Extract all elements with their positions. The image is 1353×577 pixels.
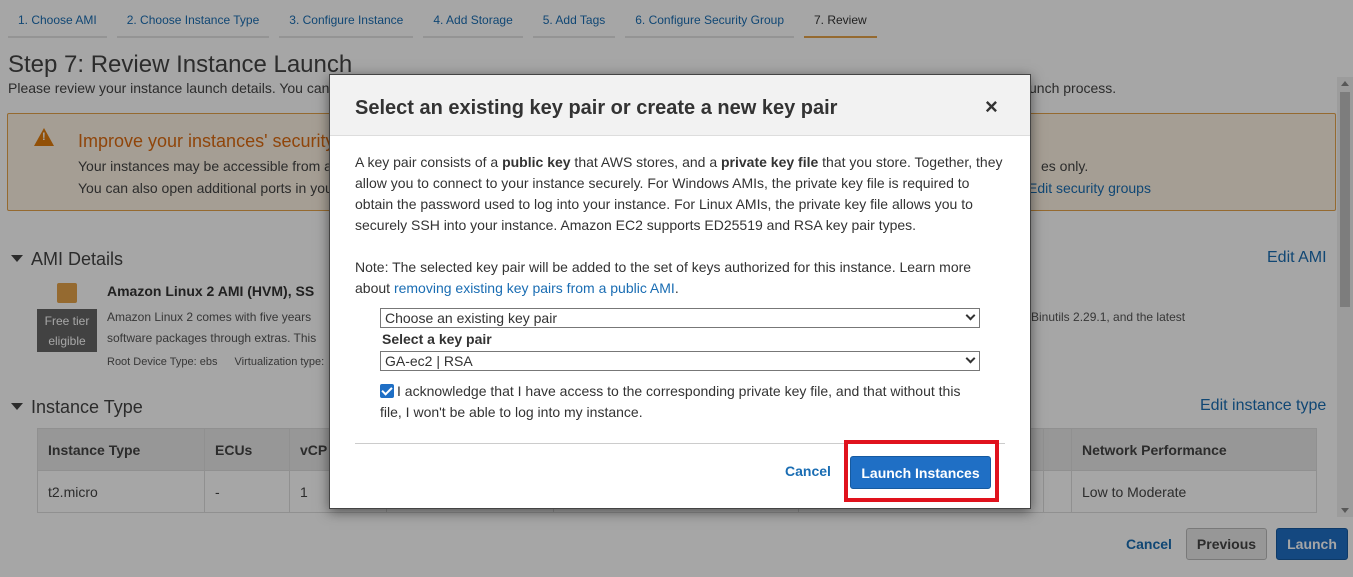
key-pair-value: GA-ec2 | RSA bbox=[385, 353, 473, 369]
acknowledge-text: I acknowledge that I have access to the … bbox=[380, 383, 961, 420]
note-end: . bbox=[674, 280, 679, 296]
desc-text: A key pair consists of a bbox=[355, 154, 503, 170]
acknowledge-row: I acknowledge that I have access to the … bbox=[380, 381, 980, 423]
desc-bold: private key file bbox=[721, 154, 819, 170]
acknowledge-checkbox[interactable] bbox=[380, 384, 394, 398]
key-pair-select-label: Select a key pair bbox=[382, 331, 492, 347]
launch-instances-button[interactable]: Launch Instances bbox=[850, 456, 991, 489]
dialog-note: Note: The selected key pair will be adde… bbox=[355, 257, 995, 299]
desc-text: that AWS stores, and a bbox=[570, 154, 721, 170]
chevron-down-icon bbox=[965, 310, 976, 321]
chevron-down-icon bbox=[965, 353, 976, 364]
key-pair-mode-value: Choose an existing key pair bbox=[385, 310, 557, 326]
dialog-cancel-button[interactable]: Cancel bbox=[785, 463, 831, 479]
dialog-description: A key pair consists of a public key that… bbox=[355, 152, 1010, 236]
close-icon[interactable]: × bbox=[985, 96, 998, 118]
desc-bold: public key bbox=[502, 154, 571, 170]
key-pair-select[interactable]: GA-ec2 | RSA bbox=[380, 351, 980, 371]
remove-key-pairs-link[interactable]: removing existing key pairs from a publi… bbox=[394, 280, 675, 296]
dialog-title: Select an existing key pair or create a … bbox=[355, 97, 838, 119]
key-pair-mode-select[interactable]: Choose an existing key pair bbox=[380, 308, 980, 328]
dialog-header: Select an existing key pair or create a … bbox=[330, 75, 1030, 136]
key-pair-dialog: Select an existing key pair or create a … bbox=[329, 74, 1031, 509]
